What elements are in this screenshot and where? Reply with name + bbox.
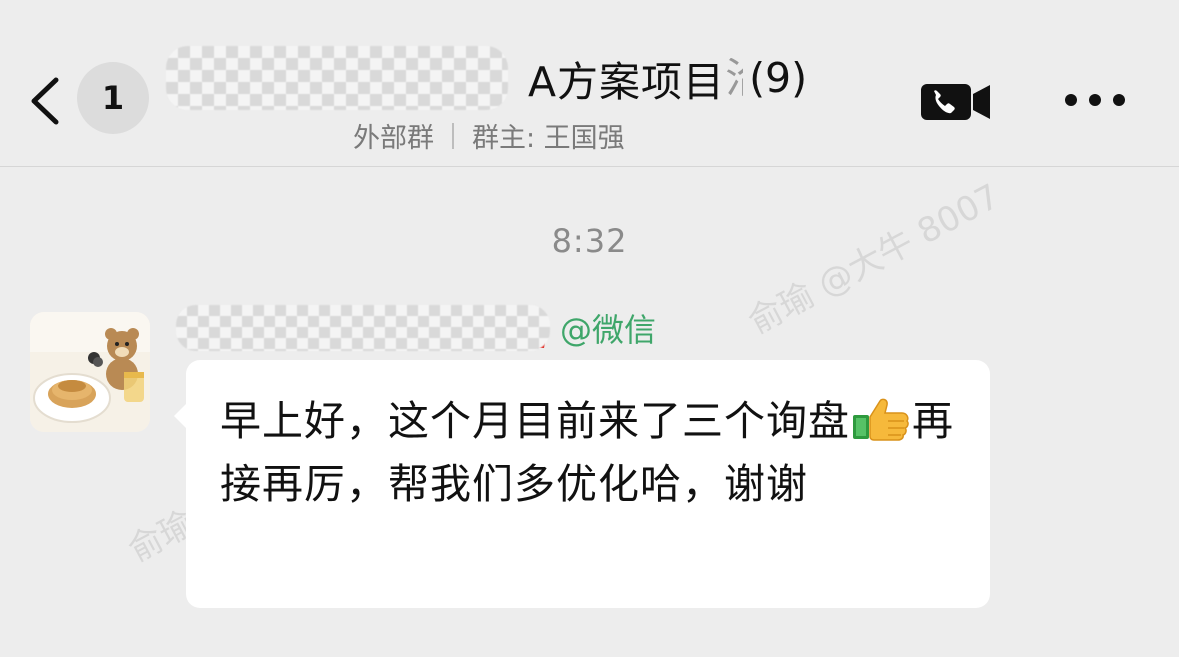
group-name-truncated-char: 洽 (725, 58, 743, 98)
group-name: A方案项目 (528, 58, 726, 106)
chat-title[interactable]: A方案项目 洽 (9) (166, 46, 808, 110)
chat-subtitle: 外部群 群主: 王国强 (353, 116, 625, 155)
more-options-icon[interactable] (1062, 90, 1128, 110)
sender-name-row: @微信 (176, 300, 656, 356)
redacted-title-part (166, 46, 508, 110)
video-call-icon[interactable] (920, 80, 992, 124)
group-type-label: 外部群 (353, 123, 434, 154)
unread-count-badge[interactable]: 1 (77, 62, 149, 134)
group-owner-label: 群主: 王国强 (472, 123, 625, 154)
sender-avatar[interactable] (30, 312, 150, 432)
message-text-part: 早上好，这个月目前来了三个询盘 (220, 397, 850, 445)
thumbs-up-icon (853, 398, 909, 441)
avatar-image (30, 312, 150, 432)
member-count: (9) (749, 54, 808, 102)
bubble-tail (174, 404, 186, 428)
subtitle-divider (452, 122, 454, 149)
redacted-sender-name (176, 305, 550, 351)
back-chevron-icon[interactable] (26, 76, 66, 126)
sender-source-label: @微信 (560, 311, 657, 349)
message-text: 早上好，这个月目前来了三个询盘 再接再厉，帮我们多优化哈，谢谢 (220, 390, 960, 516)
chat-header: 1 A方案项目 洽 (9) 外部群 群主: 王国强 (0, 0, 1179, 167)
message-bubble[interactable]: 早上好，这个月目前来了三个询盘 再接再厉，帮我们多优化哈，谢谢 (174, 360, 990, 608)
message-timestamp: 8:32 (551, 222, 628, 260)
